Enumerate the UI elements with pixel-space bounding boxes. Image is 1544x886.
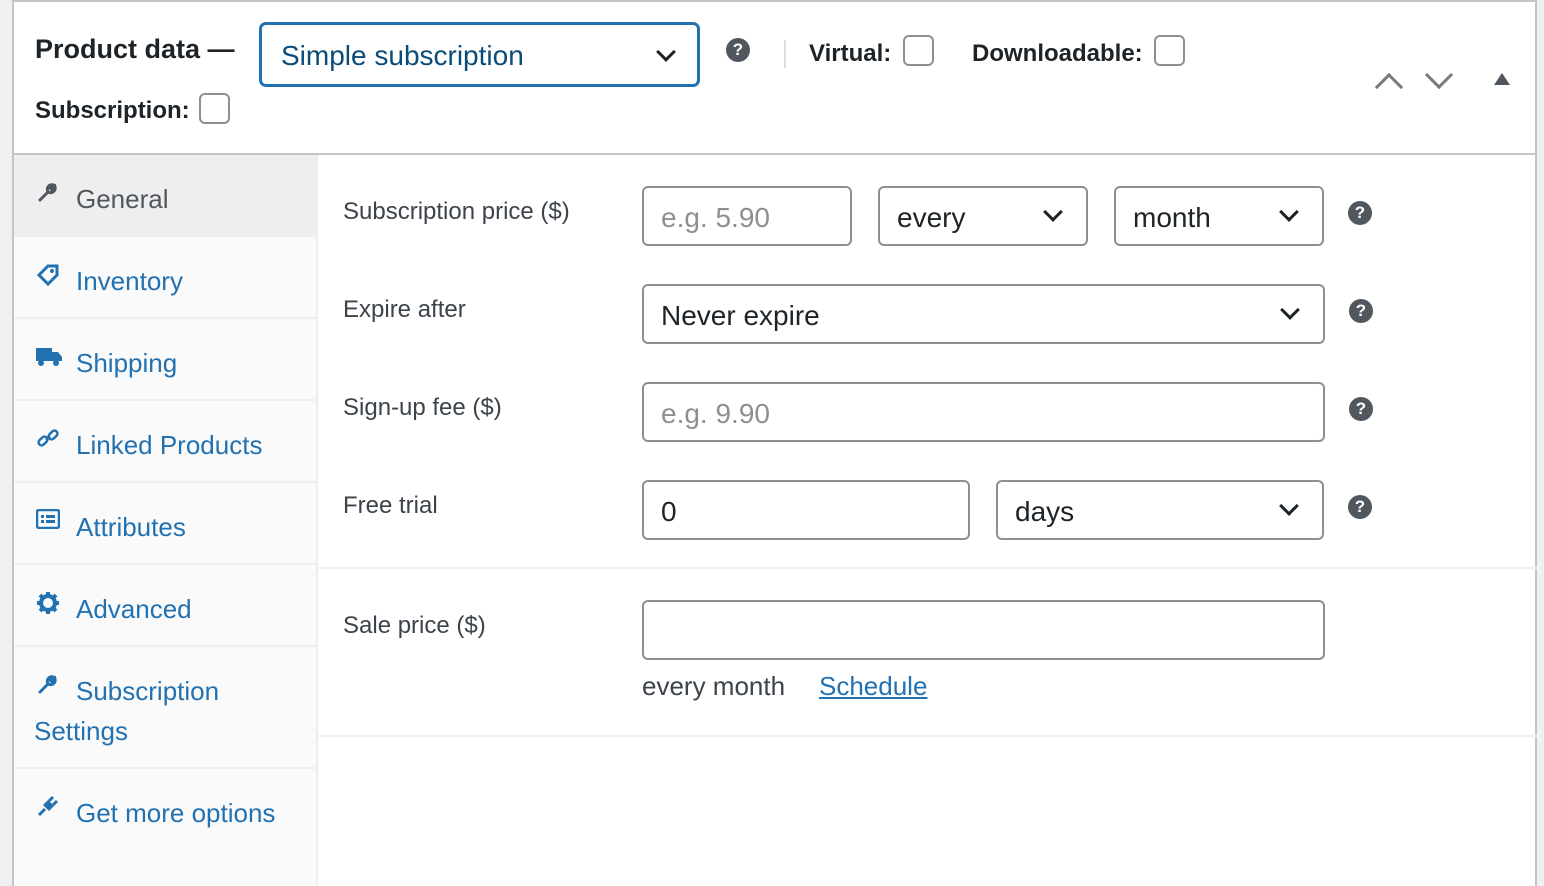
signup-fee-label: Sign-up fee ($) [343, 394, 502, 421]
panel-header: Product data — Simple subscription ? Vir… [14, 2, 1535, 155]
billing-period-value: month [1133, 202, 1211, 233]
subscription-price-input[interactable]: e.g. 5.90 [642, 186, 852, 246]
virtual-label: Virtual: [809, 40, 892, 67]
sale-price-input[interactable] [642, 600, 1325, 660]
tab-label: Advanced [76, 594, 192, 624]
chevron-down-icon [656, 42, 676, 62]
help-icon[interactable]: ? [1348, 495, 1372, 519]
free-trial-length-value: 0 [661, 496, 677, 527]
collapse-toggle-icon[interactable] [1494, 73, 1510, 85]
help-icon[interactable]: ? [1349, 397, 1373, 421]
tab-label: Inventory [76, 266, 183, 296]
tab-label: Linked Products [76, 430, 263, 460]
tab-label: Attributes [76, 512, 186, 542]
move-down-icon[interactable] [1424, 60, 1454, 90]
billing-interval-value: every [897, 202, 966, 233]
product-type-value: Simple subscription [281, 40, 524, 71]
subscription-checkbox[interactable] [199, 93, 230, 124]
panel-title: Product data — [35, 34, 235, 64]
subscription-price-placeholder: e.g. 5.90 [661, 202, 770, 233]
divider [318, 735, 1537, 737]
free-trial-length-input[interactable]: 0 [642, 480, 970, 540]
divider [318, 567, 1537, 569]
divider [784, 40, 786, 68]
tab-linked-products[interactable]: Linked Products [14, 401, 316, 483]
virtual-checkbox[interactable] [903, 35, 934, 66]
tab-label: General [76, 184, 169, 214]
signup-fee-placeholder: e.g. 9.90 [661, 398, 770, 429]
expire-after-label: Expire after [343, 296, 466, 323]
sale-price-period: every month [642, 671, 786, 701]
subscription-label: Subscription: [35, 97, 190, 124]
chevron-down-icon [1280, 300, 1300, 320]
tab-advanced[interactable]: Advanced [14, 565, 316, 647]
chevron-down-icon [1279, 496, 1299, 516]
product-type-select[interactable]: Simple subscription [260, 23, 699, 86]
downloadable-label: Downloadable: [972, 40, 1143, 67]
product-data-panel: Product data — Simple subscription ? Vir… [12, 0, 1537, 886]
tab-label: Get more options [76, 798, 276, 828]
sale-price-label: Sale price ($) [343, 612, 486, 639]
chevron-down-icon [1279, 202, 1299, 222]
expire-after-value: Never expire [661, 300, 820, 331]
tab-general[interactable]: General [14, 155, 316, 237]
help-icon[interactable]: ? [1349, 299, 1373, 323]
subscription-price-label: Subscription price ($) [343, 198, 570, 225]
tab-inventory[interactable]: Inventory [14, 237, 316, 319]
free-trial-period-select[interactable]: days [996, 480, 1324, 540]
help-icon[interactable]: ? [726, 38, 750, 62]
product-data-tabs: General Inventory Shipping Linked Produc… [14, 155, 318, 886]
general-panel: Subscription price ($) e.g. 5.90 every m… [318, 155, 1537, 886]
help-icon[interactable]: ? [1348, 201, 1372, 225]
signup-fee-input[interactable]: e.g. 9.90 [642, 382, 1325, 442]
schedule-link[interactable]: Schedule [819, 671, 927, 702]
tab-label: Subscription Settings [34, 676, 220, 746]
chevron-down-icon [1043, 202, 1063, 222]
free-trial-label: Free trial [343, 492, 438, 519]
tab-label: Shipping [76, 348, 178, 378]
free-trial-period-value: days [1015, 496, 1075, 527]
move-up-icon[interactable] [1374, 72, 1404, 102]
expire-after-select[interactable]: Never expire [642, 284, 1325, 344]
tab-attributes[interactable]: Attributes [14, 483, 316, 565]
billing-period-select[interactable]: month [1114, 186, 1324, 246]
tab-shipping[interactable]: Shipping [14, 319, 316, 401]
tab-get-more-options[interactable]: Get more options [14, 769, 316, 886]
billing-interval-select[interactable]: every [878, 186, 1088, 246]
downloadable-checkbox[interactable] [1154, 35, 1185, 66]
tab-subscription-settings[interactable]: Subscription Settings [14, 647, 316, 769]
